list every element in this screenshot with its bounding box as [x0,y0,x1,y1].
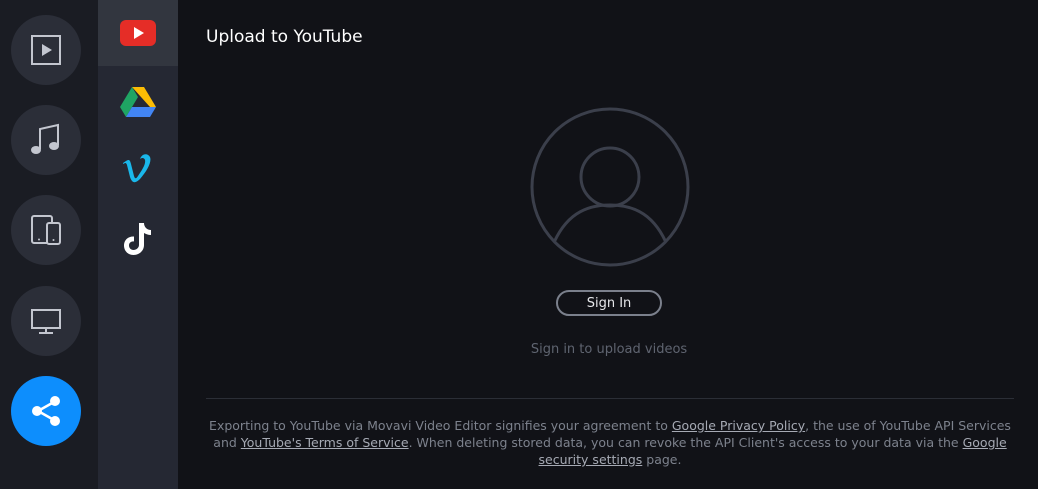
service-youtube[interactable] [98,0,178,66]
video-file-icon [31,35,61,65]
monitor-icon [31,309,61,334]
services-column [98,0,178,489]
youtube-terms-link[interactable]: YouTube's Terms of Service [241,435,409,450]
music-note-icon [31,123,59,154]
left-rail [0,0,98,489]
legal-text: Exporting to YouTube via Movavi Video Ed… [209,418,672,433]
user-avatar-icon [530,107,690,267]
sign-in-button[interactable]: Sign In [556,290,662,316]
legal-notice: Exporting to YouTube via Movavi Video Ed… [206,417,1014,468]
app-window: Upload to YouTube Sign In Sign in to upl… [0,0,1038,489]
main-panel: Upload to YouTube Sign In Sign in to upl… [178,0,1038,489]
devices-icon [31,215,61,245]
page-title: Upload to YouTube [206,27,363,47]
google-privacy-policy-link[interactable]: Google Privacy Policy [672,418,805,433]
devices-export-button[interactable] [11,195,81,265]
share-icon [32,396,60,426]
legal-text: . When deleting stored data, you can rev… [408,435,963,450]
tiktok-icon [124,223,151,255]
service-google-drive[interactable] [98,68,178,134]
youtube-icon [120,20,156,46]
share-export-button[interactable] [11,376,81,446]
audio-export-button[interactable] [11,105,81,175]
service-tiktok[interactable] [98,206,178,272]
tv-export-button[interactable] [11,286,81,356]
vimeo-icon [123,154,151,183]
divider [206,398,1014,399]
legal-text: page. [642,452,682,467]
google-drive-icon [120,87,156,117]
sign-in-hint: Sign in to upload videos [530,342,688,357]
video-export-button[interactable] [11,15,81,85]
service-vimeo[interactable] [98,136,178,202]
